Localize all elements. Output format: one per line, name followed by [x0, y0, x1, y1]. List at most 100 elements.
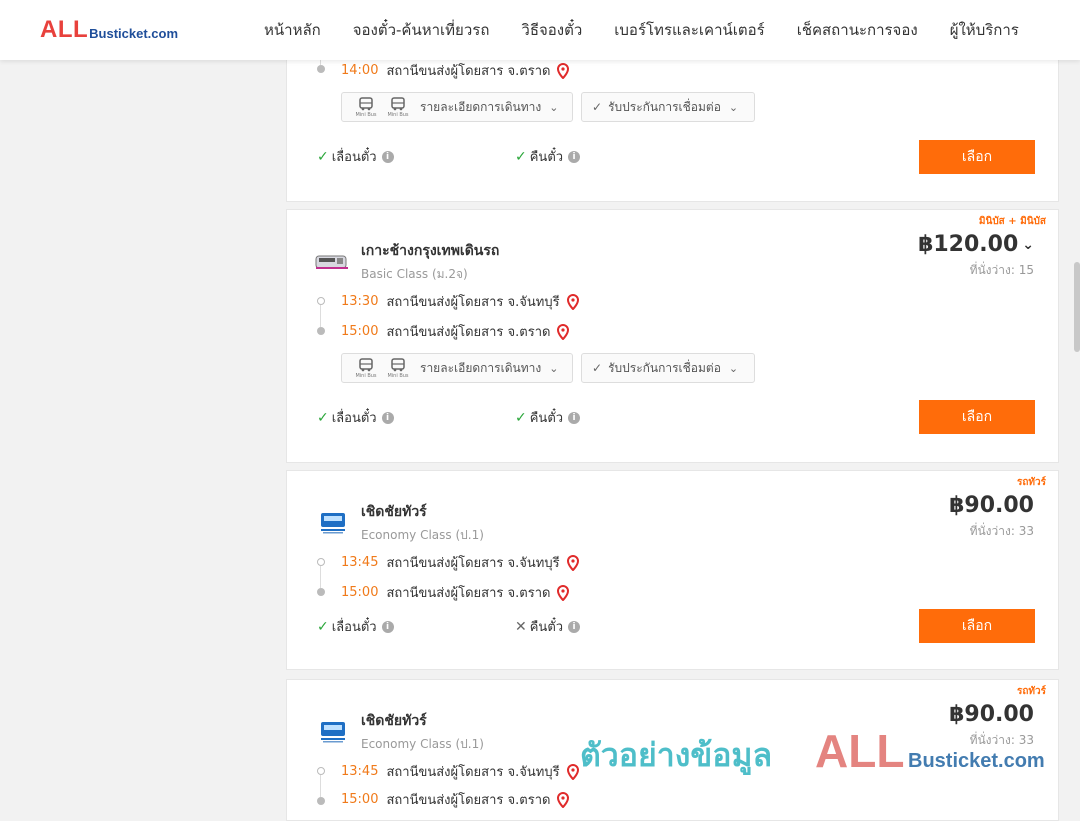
connection-insurance-toggle[interactable]: ✓ รับประกันการเชื่อมต่อ ⌄ [581, 92, 755, 122]
connection-insurance-label: รับประกันการเชื่อมต่อ [608, 99, 721, 114]
operator-info: เกาะช้างกรุงเทพเดินรถ Basic Class (ม.2จ) [315, 240, 499, 284]
arrive-time: 15:00 [341, 324, 379, 339]
depart-stop: 13:30 สถานีขนส่งผู้โดยสาร จ.จันทบุรี [341, 291, 580, 312]
reschedule-label: เลื่อนตั๋ว [331, 411, 377, 426]
minibus-icon-label: Mini Bus [387, 372, 409, 379]
price-box[interactable]: ฿120.00 ⌄ ที่นั่งว่าง: 15 [918, 232, 1034, 280]
depart-dot [317, 297, 325, 305]
operator-name: เชิดชัยทัวร์ [361, 713, 427, 729]
minibus-icon-label: Mini Bus [355, 111, 377, 118]
trip-card: รถทัวร์ เชิดชัยทัวร์ Economy Class (ป.1)… [286, 470, 1059, 670]
info-icon[interactable]: i [568, 411, 581, 424]
arrive-dot [317, 65, 325, 73]
price-value: ฿90.00 [949, 493, 1034, 518]
route-details-label: รายละเอียดการเดินทาง [420, 99, 542, 114]
info-icon[interactable]: i [381, 150, 394, 163]
depart-dot [317, 558, 325, 566]
route-details-toggle[interactable]: Mini Bus Mini Bus รายละเอียดการเดินทาง ⌄ [341, 92, 573, 122]
scrollbar-track[interactable] [1074, 60, 1080, 800]
site-logo[interactable]: ALL Busticket.com [40, 18, 178, 42]
vehicle-type-tag: รถทัวร์ [1016, 686, 1046, 697]
check-icon: ✓ [592, 361, 603, 375]
reschedule-feature: ✓ เลื่อนตั๋ว i [317, 407, 394, 428]
nav-check-booking[interactable]: เช็คสถานะการจอง [781, 18, 934, 42]
minibus-icon: Mini Bus [352, 355, 380, 381]
info-icon[interactable]: i [568, 150, 581, 163]
map-pin-icon[interactable] [566, 293, 580, 310]
price-toggle[interactable]: ฿120.00 ⌄ [918, 232, 1034, 257]
chevron-down-icon: ⌄ [728, 361, 739, 375]
connection-insurance-toggle[interactable]: ✓ รับประกันการเชื่อมต่อ ⌄ [581, 353, 755, 383]
refund-feature: ✕ คืนตั๋ว i [515, 616, 581, 637]
price-value: ฿90.00 [949, 702, 1034, 727]
depart-place: สถานีขนส่งผู้โดยสาร จ.จันทบุรี [386, 765, 560, 780]
refund-feature: ✓ คืนตั๋ว i [515, 407, 581, 428]
check-icon: ✓ [317, 618, 329, 635]
map-pin-icon[interactable] [556, 323, 570, 340]
minibus-icon: Mini Bus [352, 94, 380, 120]
minibus-icon: Mini Bus [384, 355, 412, 381]
operator-logo [315, 255, 348, 269]
price-value: ฿120.00 [918, 232, 1019, 257]
nav-how-to-book[interactable]: วิธีจองตั๋ว [505, 18, 598, 42]
connection-insurance-label: รับประกันการเชื่อมต่อ [608, 360, 721, 375]
arrive-dot [317, 588, 325, 596]
route-details-label: รายละเอียดการเดินทาง [420, 360, 542, 375]
depart-time: 13:30 [341, 294, 379, 309]
reschedule-feature: ✓ เลื่อนตั๋ว i [317, 616, 394, 637]
logo-domain-text: Busticket.com [89, 26, 179, 41]
route-line [320, 566, 321, 588]
logo-all-text: ALL [40, 16, 89, 43]
map-pin-icon[interactable] [566, 763, 580, 780]
map-pin-icon[interactable] [556, 584, 570, 601]
route-details-toggle[interactable]: Mini Bus Mini Bus รายละเอียดการเดินทาง ⌄ [341, 353, 573, 383]
route-line [320, 775, 321, 797]
seat-class: Economy Class (ป.1) [361, 528, 484, 542]
watermark-logo-all: ALL [815, 725, 905, 777]
arrive-dot [317, 797, 325, 805]
depart-time: 13:45 [341, 555, 379, 570]
operator-info: เชิดชัยทัวร์ Economy Class (ป.1) [315, 710, 484, 754]
arrive-place: สถานีขนส่งผู้โดยสาร จ.ตราด [386, 64, 551, 79]
depart-dot [317, 767, 325, 775]
minibus-icon-label: Mini Bus [355, 372, 377, 379]
nav-book-search[interactable]: จองตั๋ว-ค้นหาเที่ยวรถ [337, 18, 506, 42]
info-icon[interactable]: i [381, 411, 394, 424]
watermark-logo-domain: Busticket.com [908, 750, 1045, 772]
operator-info: เชิดชัยทัวร์ Economy Class (ป.1) [315, 501, 484, 545]
map-pin-icon[interactable] [556, 62, 570, 79]
reschedule-feature: ✓ เลื่อนตั๋ว i [317, 146, 394, 167]
select-button[interactable]: เลือก [919, 400, 1035, 434]
scrollbar-thumb[interactable] [1074, 262, 1080, 352]
check-icon: ✓ [592, 100, 603, 114]
nav-phone-counters[interactable]: เบอร์โทรและเคาน์เตอร์ [598, 18, 780, 42]
depart-time: 13:45 [341, 764, 379, 779]
chevron-down-icon: ⌄ [549, 361, 559, 375]
seats-available: ที่นั่งว่าง: 15 [969, 263, 1034, 277]
check-icon: ✓ [317, 409, 329, 426]
arrive-stop: 15:00 สถานีขนส่งผู้โดยสาร จ.ตราด [341, 582, 570, 603]
arrive-stop: 15:00 สถานีขนส่งผู้โดยสาร จ.ตราด [341, 321, 570, 342]
depart-place: สถานีขนส่งผู้โดยสาร จ.จันทบุรี [386, 556, 560, 571]
reschedule-label: เลื่อนตั๋ว [331, 150, 377, 165]
refund-feature: ✓ คืนตั๋ว i [515, 146, 581, 167]
check-icon: ✓ [317, 148, 329, 165]
nav-operators[interactable]: ผู้ให้บริการ [934, 18, 1035, 42]
operator-logo [321, 722, 345, 743]
depart-place: สถานีขนส่งผู้โดยสาร จ.จันทบุรี [386, 295, 560, 310]
vehicle-type-tag: มินิบัส + มินิบัส [978, 216, 1046, 227]
seats-available: ที่นั่งว่าง: 33 [969, 524, 1034, 538]
select-button[interactable]: เลือก [919, 609, 1035, 643]
info-icon[interactable]: i [568, 620, 581, 633]
chevron-down-icon: ⌄ [728, 100, 739, 114]
refund-label: คืนตั๋ว [529, 411, 564, 426]
select-button[interactable]: เลือก [919, 140, 1035, 174]
check-icon: ✓ [515, 148, 527, 165]
map-pin-icon[interactable] [566, 554, 580, 571]
nav-home[interactable]: หน้าหลัก [248, 18, 337, 42]
seat-class: Economy Class (ป.1) [361, 737, 484, 751]
chevron-down-icon: ⌄ [1022, 236, 1034, 253]
operator-name: เกาะช้างกรุงเทพเดินรถ [361, 243, 500, 259]
info-icon[interactable]: i [381, 620, 394, 633]
operator-name: เชิดชัยทัวร์ [361, 504, 427, 520]
